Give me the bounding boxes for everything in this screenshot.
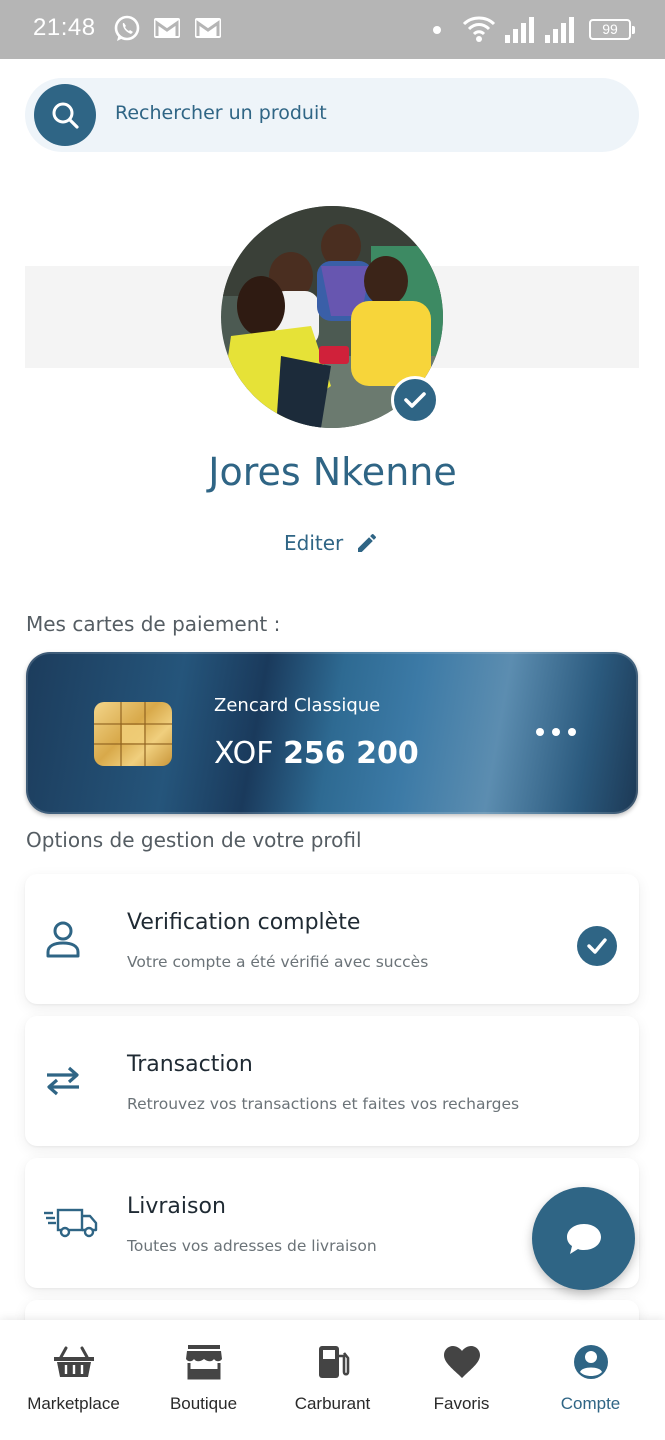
- gmail-icon: [154, 18, 180, 38]
- notification-dot: [433, 26, 441, 34]
- bottom-nav: Marketplace Boutique Carburant Favoris C…: [0, 1320, 665, 1440]
- search-bar[interactable]: Rechercher un produit: [25, 78, 639, 152]
- search-input[interactable]: Rechercher un produit: [115, 102, 327, 124]
- nav-marketplace[interactable]: Marketplace: [7, 1320, 140, 1440]
- nav-carburant[interactable]: Carburant: [266, 1320, 399, 1440]
- check-icon: [404, 392, 426, 408]
- status-time: 21:48: [33, 14, 96, 41]
- option-subtitle: Retrouvez vos transactions et faites vos…: [127, 1095, 520, 1113]
- options-section-title: Options de gestion de votre profil: [26, 828, 362, 852]
- nav-label: Favoris: [433, 1394, 490, 1413]
- account-circle-icon: [573, 1345, 608, 1379]
- card-balance: XOF 256 200: [214, 736, 419, 771]
- option-title: Livraison: [127, 1194, 226, 1219]
- fuel-pump-icon: [318, 1346, 349, 1378]
- store-icon: [185, 1345, 222, 1380]
- nav-label: Boutique: [169, 1394, 238, 1413]
- option-verification[interactable]: Verification complète Votre compte a été…: [25, 874, 639, 1004]
- more-horizontal-icon[interactable]: [536, 722, 576, 742]
- option-title: Transaction: [127, 1052, 253, 1077]
- battery-icon: 99: [589, 19, 635, 40]
- battery-level: 99: [602, 21, 618, 37]
- pencil-icon: [358, 533, 377, 552]
- card-name: Zencard Classique: [214, 695, 381, 716]
- nav-boutique[interactable]: Boutique: [137, 1320, 270, 1440]
- status-bar: 21:48 99: [0, 0, 665, 59]
- profile-name: Jores Nkenne: [208, 450, 457, 494]
- search-button[interactable]: [34, 84, 96, 146]
- search-icon: [52, 102, 79, 129]
- option-transaction[interactable]: Transaction Retrouvez vos transactions e…: [25, 1016, 639, 1146]
- signal-icon: [505, 17, 534, 43]
- nav-favoris[interactable]: Favoris: [395, 1320, 528, 1440]
- check-circle-icon: [577, 926, 617, 966]
- option-subtitle: Toutes vos adresses de livraison: [127, 1237, 377, 1255]
- nav-label: Marketplace: [27, 1394, 120, 1413]
- chat-button[interactable]: [532, 1187, 635, 1290]
- option-subtitle: Votre compte a été vérifié avec succès: [127, 953, 429, 971]
- user-icon: [41, 917, 85, 961]
- payment-section-title: Mes cartes de paiement :: [26, 612, 281, 636]
- signal-icon: [545, 17, 574, 43]
- card-amount: 256 200: [283, 736, 419, 771]
- chat-bubble-icon: [566, 1223, 601, 1254]
- card-currency: XOF: [214, 736, 274, 771]
- card-chip-icon: [94, 702, 172, 766]
- gmail-icon: [195, 18, 221, 38]
- verified-badge: [391, 376, 439, 424]
- heart-icon: [443, 1346, 480, 1378]
- payment-card[interactable]: Zencard Classique XOF 256 200: [26, 652, 638, 814]
- delivery-truck-icon: [43, 1201, 99, 1245]
- whatsapp-icon: [114, 15, 140, 41]
- nav-label: Compte: [560, 1394, 621, 1413]
- nav-compte[interactable]: Compte: [524, 1320, 657, 1440]
- option-title: Verification complète: [127, 910, 361, 935]
- swap-arrows-icon: [41, 1059, 85, 1103]
- nav-label: Carburant: [294, 1394, 371, 1413]
- edit-label: Editer: [284, 531, 344, 555]
- wifi-icon: [462, 16, 496, 42]
- basket-icon: [53, 1346, 94, 1377]
- edit-profile-button[interactable]: Editer: [284, 531, 379, 555]
